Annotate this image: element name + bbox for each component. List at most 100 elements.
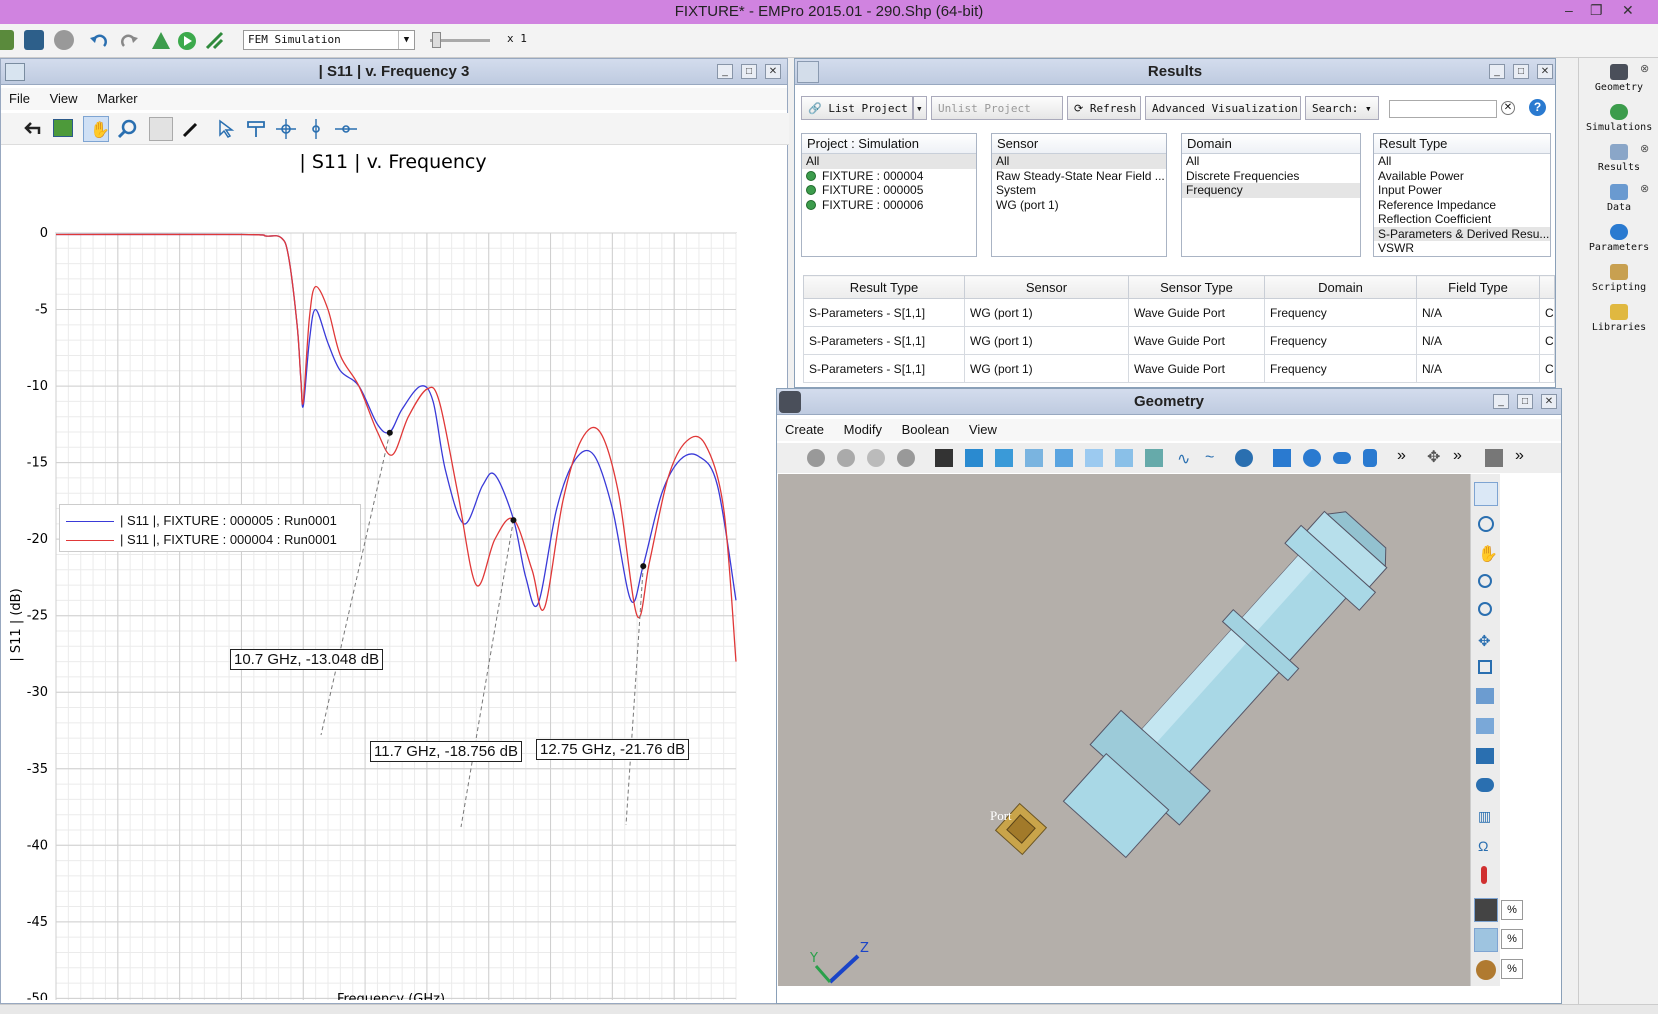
spline-icon[interactable]: ~ <box>1205 449 1223 467</box>
marker-label[interactable]: 12.75 GHz, -21.76 dB <box>536 739 690 760</box>
list-item[interactable]: VSWR <box>1374 241 1550 256</box>
menu-file[interactable]: File <box>1 88 38 109</box>
column-header[interactable]: Result Type <box>803 275 965 299</box>
list-item[interactable]: Raw Steady-State Near Field ... <box>992 169 1166 184</box>
list-item[interactable]: FIXTURE : 000006 <box>802 198 976 213</box>
close-button[interactable]: ✕ <box>1622 2 1634 19</box>
list-item[interactable]: All <box>1182 154 1360 169</box>
list-item[interactable]: Available Power <box>1374 169 1550 184</box>
close-data-tab-icon[interactable]: ⊗ <box>1640 182 1649 195</box>
column-header[interactable]: Domain <box>1264 275 1417 299</box>
list-item[interactable]: All <box>802 154 976 169</box>
ruler-icon[interactable] <box>149 117 173 141</box>
curve-icon[interactable]: ∿ <box>1177 449 1195 468</box>
boolean-subtract-icon[interactable] <box>837 449 855 467</box>
fixture-model[interactable]: Port Y Z <box>778 474 1500 986</box>
cylinder-icon[interactable] <box>1363 449 1377 467</box>
list-item[interactable]: Reference Impedance <box>1374 198 1550 213</box>
domain-filter-header[interactable]: Domain <box>1182 134 1360 154</box>
close-geometry-tab-icon[interactable]: ⊗ <box>1640 62 1649 75</box>
extrude-icon[interactable] <box>965 449 983 467</box>
pen-icon[interactable] <box>181 119 201 139</box>
plot-maximize-button[interactable]: □ <box>741 64 757 79</box>
refresh-button[interactable]: ⟳ Refresh <box>1067 96 1141 120</box>
result-type-filter-header[interactable]: Result Type <box>1374 134 1550 154</box>
column-header[interactable]: Field Type <box>1416 275 1540 299</box>
lighting-icon[interactable] <box>1476 748 1494 764</box>
list-item[interactable]: All <box>1374 154 1550 169</box>
column-header[interactable] <box>1539 275 1555 299</box>
sidebar-item-parameters[interactable]: Parameters <box>1586 224 1652 253</box>
results-close-button[interactable]: ✕ <box>1537 64 1553 79</box>
sidebar-item-scripting[interactable]: Scripting <box>1586 264 1652 293</box>
gauge-percent-button[interactable]: % <box>1501 959 1523 979</box>
sensor-filter-header[interactable]: Sensor <box>992 134 1166 154</box>
fit-view-icon[interactable]: ✥ <box>1478 632 1491 650</box>
undo-icon[interactable] <box>88 30 110 52</box>
align-icon[interactable] <box>935 449 953 467</box>
marker-label[interactable]: 10.7 GHz, -13.048 dB <box>230 649 384 670</box>
plane-icon[interactable] <box>1115 449 1133 467</box>
select-tool-icon[interactable] <box>1474 482 1498 506</box>
zoom-icon[interactable] <box>117 118 139 140</box>
mesh-toggle-icon[interactable] <box>1474 928 1498 952</box>
zoom-region-tool-icon[interactable] <box>1478 602 1492 616</box>
save-icon[interactable] <box>24 30 44 50</box>
list-item[interactable]: Discrete Frequencies <box>1182 169 1360 184</box>
list-project-button[interactable]: 🔗 List Project <box>801 96 913 120</box>
sidebar-item-libraries[interactable]: Libraries <box>1586 304 1652 333</box>
pan-tool-icon[interactable]: ✋ <box>1478 544 1498 564</box>
wire-icon[interactable] <box>1145 449 1163 467</box>
display-toggle-icon[interactable] <box>1474 898 1498 922</box>
list-project-dropdown[interactable]: ▾ <box>913 96 927 120</box>
redo-icon[interactable] <box>118 30 140 52</box>
render-mode-icon[interactable] <box>1476 718 1494 734</box>
view-cube-icon[interactable] <box>1476 688 1494 704</box>
clear-search-icon[interactable]: ✕ <box>1501 101 1515 115</box>
simulation-type-select[interactable]: FEM Simulation ▼ <box>243 30 415 50</box>
menu-view[interactable]: View <box>961 419 1005 440</box>
marker-label[interactable]: 11.7 GHz, -18.756 dB <box>370 741 522 762</box>
close-results-tab-icon[interactable]: ⊗ <box>1640 142 1649 155</box>
torus-icon[interactable] <box>1333 452 1351 464</box>
horizontal-marker-icon[interactable] <box>335 119 357 139</box>
zoom-tool-icon[interactable] <box>1478 574 1492 588</box>
sidebar-item-simulations[interactable]: Simulations <box>1586 104 1652 133</box>
table-row[interactable]: S-Parameters - S[1,1] WG (port 1) Wave G… <box>803 354 1555 383</box>
menu-create[interactable]: Create <box>777 419 832 440</box>
back-icon[interactable] <box>21 119 43 139</box>
list-item[interactable]: FIXTURE : 000005 <box>802 183 976 198</box>
marker-add-icon[interactable] <box>245 119 267 139</box>
restore-button[interactable]: ❐ <box>1590 2 1603 19</box>
search-mode-select[interactable]: Search: ▾ <box>1305 96 1379 120</box>
select-arrow-icon[interactable] <box>217 119 237 139</box>
box-icon[interactable] <box>1273 449 1291 467</box>
crosshair-icon[interactable] <box>275 119 297 139</box>
boolean-union-icon[interactable] <box>807 449 825 467</box>
s11-chart[interactable]: | S11 | v. Frequency 88.599.51010.51111.… <box>1 145 787 1000</box>
more-icon[interactable]: » <box>1397 447 1406 465</box>
result-type-filter-list[interactable]: Result Type All Available Power Input Po… <box>1373 133 1551 257</box>
open-icon[interactable] <box>0 30 14 50</box>
list-item[interactable]: System <box>992 183 1166 198</box>
zoom-fit-icon[interactable] <box>1478 660 1492 674</box>
opacity-percent-button[interactable]: % <box>1501 900 1523 920</box>
domain-filter-list[interactable]: Domain All Discrete Frequencies Frequenc… <box>1181 133 1361 257</box>
stop-icon[interactable] <box>54 30 74 50</box>
geometry-viewport[interactable]: Port Y Z ✋ ✥ ▥ Ω <box>778 474 1500 986</box>
advanced-visualization-button[interactable]: Advanced Visualization <box>1145 96 1301 120</box>
sphere-wire-icon[interactable] <box>1235 449 1253 467</box>
minimize-button[interactable]: – <box>1565 2 1573 18</box>
speed-slider-handle[interactable] <box>432 32 441 48</box>
project-filter-list[interactable]: Project : Simulation All FIXTURE : 00000… <box>801 133 977 257</box>
histogram-icon[interactable]: ▥ <box>1478 808 1491 825</box>
vertical-marker-icon[interactable] <box>305 119 327 139</box>
move-icon[interactable]: ✥ <box>1427 447 1440 467</box>
pan-icon[interactable]: ✋ <box>83 116 110 142</box>
list-item[interactable]: FIXTURE : 000004 <box>802 169 976 184</box>
magnet-icon[interactable]: Ω <box>1478 838 1488 854</box>
geometry-maximize-button[interactable]: □ <box>1517 394 1533 409</box>
list-item[interactable]: S-Parameters & Derived Resu... <box>1374 226 1550 241</box>
list-item[interactable]: All <box>992 154 1166 169</box>
sweep-icon[interactable] <box>995 449 1013 467</box>
